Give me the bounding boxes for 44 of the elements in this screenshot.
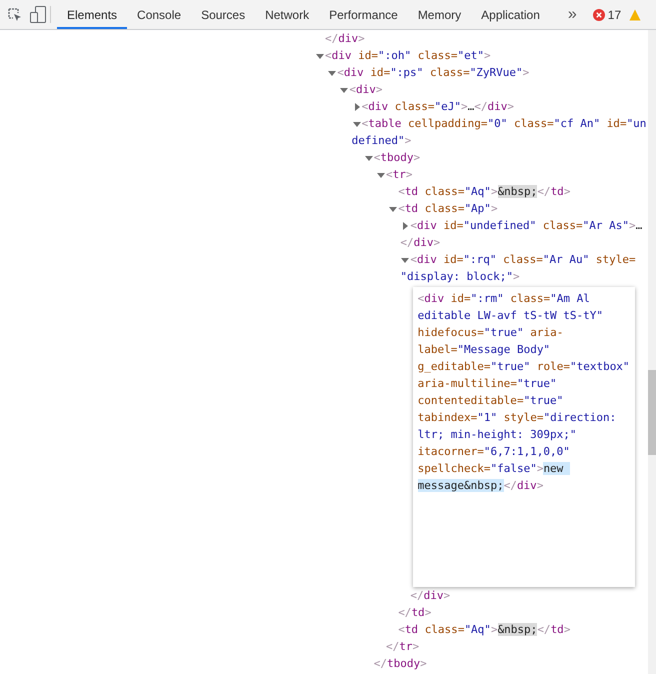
markup-line: <td class="Ap"> (398, 201, 498, 217)
markup-line: </div> (325, 31, 365, 47)
markup-line: <div> (349, 82, 383, 98)
markup-line: </div> (410, 588, 450, 604)
panel-tab[interactable]: Application (471, 0, 550, 29)
triangle-down-icon[interactable] (400, 255, 410, 265)
triangle-down-icon[interactable] (339, 85, 350, 95)
markup-line: <div id=":ps" class="ZyRVue"> (337, 65, 530, 81)
markup-line: "display: block;"> (400, 269, 520, 285)
device-toolbar-icon[interactable] (30, 6, 46, 23)
triangle-right-icon[interactable] (400, 221, 410, 231)
error-count[interactable]: 17 (608, 8, 622, 22)
html-editor-field[interactable]: <div id=":rm" class="Am Al editable LW-avf tS-tW tS-tY" hidefocus="true" aria-label="Message Body" g_editable="true" role="textbox" aria-multiline="true" contenteditable="true" tabindex="1" style="direction: ltr; min-height: 309px;" itacorner="6,7:1,1,0,0" spellcheck="false">new message&nbsp;</div> (412, 287, 635, 587)
markup-line: <tr> (386, 167, 412, 183)
triangle-down-icon[interactable] (315, 51, 325, 61)
error-icon (592, 8, 605, 20)
panel-tab[interactable]: Elements (57, 0, 128, 29)
panel-tab[interactable]: Performance (319, 0, 408, 29)
inspect-element-icon[interactable] (8, 8, 22, 22)
panel-tab[interactable]: Console (127, 0, 192, 29)
markup-line: <tbody> (374, 150, 420, 166)
markup-line: </td> (398, 605, 432, 621)
markup-line: <div id=":oh" class="et"> (325, 48, 491, 64)
triangle-down-icon[interactable] (376, 170, 386, 180)
markup-line: <td class="Aq">&nbsp;</td> (398, 622, 570, 638)
markup-line: </div> (400, 235, 440, 251)
triangle-down-icon[interactable] (352, 119, 362, 129)
markup-line: <table cellpadding="0" class="cf An" id="un (362, 116, 646, 132)
warning-icon (629, 8, 642, 20)
markup-line: defined"> (352, 133, 412, 149)
panel-tab[interactable]: Memory (408, 0, 472, 29)
scrollbar[interactable] (648, 30, 656, 674)
panel-tab[interactable]: Network (255, 0, 320, 29)
markup-line: <div class="eJ">…</div> (362, 99, 514, 115)
triangle-down-icon[interactable] (388, 204, 398, 214)
markup-line: <td class="Aq">&nbsp;</td> (398, 184, 570, 200)
markup-line: <div id=":rq" class="Ar Au" style= (410, 252, 636, 268)
triangle-down-icon[interactable] (364, 153, 374, 163)
more-tabs-button[interactable]: » (558, 0, 587, 29)
triangle-down-icon[interactable] (327, 68, 338, 78)
markup-line: </tr> (386, 639, 420, 655)
markup-line: </tbody> (374, 656, 427, 672)
markup-line: <div id="undefined" class="Ar As">… (410, 218, 642, 234)
panel-tab[interactable]: Sources (191, 0, 256, 29)
